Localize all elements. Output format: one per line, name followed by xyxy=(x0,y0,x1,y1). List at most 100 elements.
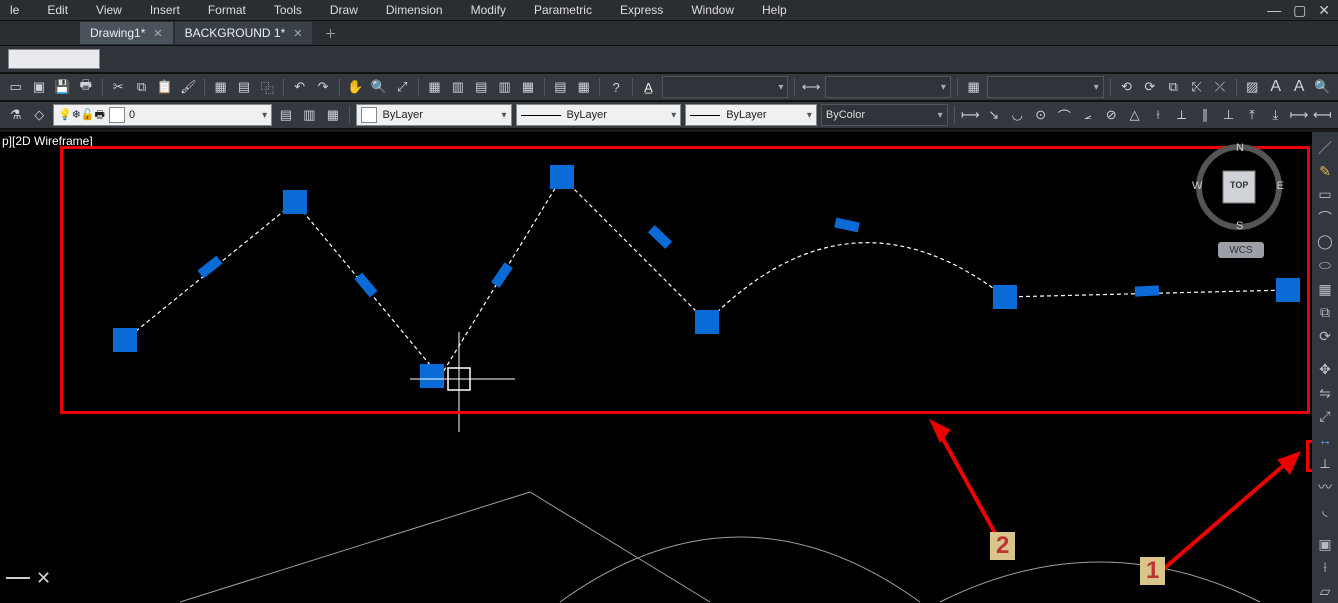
quick-input[interactable] xyxy=(8,49,100,69)
window-controls[interactable]: — ▢ ✕ xyxy=(1267,2,1334,19)
ellipse-icon[interactable]: ⬭ xyxy=(1314,255,1336,277)
extend-icon[interactable]: ⤫ xyxy=(1210,77,1229,97)
text-icon[interactable]: A̲ xyxy=(639,77,658,97)
pan-icon[interactable]: ✋ xyxy=(346,77,365,97)
tab-background1[interactable]: BACKGROUND 1*✕ xyxy=(175,22,313,44)
rect-icon[interactable]: ▭ xyxy=(1314,184,1336,206)
dim1-icon[interactable]: ⟼ xyxy=(961,105,980,125)
dim10-icon[interactable]: ⟂ xyxy=(1172,105,1191,125)
dim4-icon[interactable]: ⊙ xyxy=(1031,105,1050,125)
open-icon[interactable]: ▣ xyxy=(29,77,48,97)
circle-icon[interactable]: ◯ xyxy=(1314,231,1336,253)
table-icon[interactable]: ▦ xyxy=(964,77,983,97)
layers3-icon[interactable]: ▦ xyxy=(323,105,342,125)
join-icon[interactable]: ⟂ xyxy=(1314,453,1336,475)
rotate-icon[interactable]: ⟳ xyxy=(1140,77,1159,97)
spline-icon[interactable]: 〰 xyxy=(1314,476,1336,498)
menu-draw[interactable]: Draw xyxy=(330,3,358,17)
dim9-icon[interactable]: ⟊ xyxy=(1148,105,1167,125)
tablestyle-dropdown[interactable] xyxy=(987,76,1104,98)
dim3-icon[interactable]: ◡ xyxy=(1008,105,1027,125)
print-icon[interactable]: 🖶 xyxy=(76,77,95,97)
tab-add[interactable]: ＋ xyxy=(314,22,346,44)
copy-icon[interactable]: ⧉ xyxy=(132,77,151,97)
menu-parametric[interactable]: Parametric xyxy=(534,3,592,17)
dim16-icon[interactable]: ⟻ xyxy=(1313,105,1332,125)
dim12-icon[interactable]: ⊥ xyxy=(1219,105,1238,125)
hatch2-icon[interactable]: ▦ xyxy=(1314,278,1336,300)
pencil-icon[interactable]: ✎ xyxy=(1314,161,1336,183)
refresh-icon[interactable]: ⟳ xyxy=(1314,325,1336,347)
dim2-icon[interactable]: ↘ xyxy=(984,105,1003,125)
bycolor-dropdown[interactable]: ByColor xyxy=(821,104,948,126)
dimstyle-dropdown[interactable] xyxy=(825,76,951,98)
search-icon[interactable]: 🔍 xyxy=(1313,77,1332,97)
dim15-icon[interactable]: ⟼ xyxy=(1289,105,1308,125)
dim7-icon[interactable]: ⊘ xyxy=(1101,105,1120,125)
tab-drawing1[interactable]: Drawing1*✕ xyxy=(80,22,173,44)
layer-dropdown[interactable]: 💡❄🔓🖶 0 xyxy=(53,104,272,126)
move-icon[interactable]: ✥ xyxy=(1314,359,1336,381)
dim11-icon[interactable]: ∥ xyxy=(1195,105,1214,125)
menu-express[interactable]: Express xyxy=(620,3,663,17)
dim8-icon[interactable]: △ xyxy=(1125,105,1144,125)
layout1-icon[interactable]: ▤ xyxy=(472,77,491,97)
textstyle-dropdown[interactable] xyxy=(662,76,788,98)
dim13-icon[interactable]: ⤒ xyxy=(1242,105,1261,125)
erase-icon[interactable]: ▤ xyxy=(234,77,253,97)
drawing-canvas[interactable]: p][2D Wireframe] ✕ xyxy=(0,132,1312,603)
layout3-icon[interactable]: ▦ xyxy=(518,77,537,97)
bigA2-icon[interactable]: A xyxy=(1289,77,1308,97)
linetype-dropdown[interactable]: ByLayer xyxy=(516,104,682,126)
dim6-icon[interactable]: ⦟ xyxy=(1078,105,1097,125)
new-icon[interactable]: ▭ xyxy=(6,77,25,97)
wcs-badge[interactable]: WCS xyxy=(1218,242,1264,258)
layers1-icon[interactable]: ▤ xyxy=(276,105,295,125)
mirror2-icon[interactable]: ⇋ xyxy=(1314,382,1336,404)
fillet-icon[interactable]: ◟ xyxy=(1314,500,1336,522)
line-icon[interactable]: ／ xyxy=(1314,137,1336,159)
save-icon[interactable]: 💾 xyxy=(53,77,72,97)
close-icon[interactable]: ✕ xyxy=(293,27,302,40)
cut-icon[interactable]: ✂ xyxy=(108,77,127,97)
menu-dimension[interactable]: Dimension xyxy=(386,3,443,17)
dim-icon[interactable]: ⟷ xyxy=(801,77,820,97)
layout4-icon[interactable]: ▤ xyxy=(551,77,570,97)
break-icon[interactable]: ↔ xyxy=(1314,429,1336,451)
menu-insert[interactable]: Insert xyxy=(150,3,180,17)
close-icon[interactable]: ✕ xyxy=(153,27,162,40)
layers2-icon[interactable]: ▥ xyxy=(300,105,319,125)
undo-icon[interactable]: ↶ xyxy=(290,77,309,97)
help-icon[interactable]: ? xyxy=(606,77,625,97)
measure-icon[interactable]: ⟊ xyxy=(1314,557,1336,579)
region-icon[interactable]: ▱ xyxy=(1314,580,1336,602)
copyobj-icon[interactable]: ⿻ xyxy=(258,77,277,97)
menu-edit[interactable]: Edit xyxy=(47,3,68,17)
menu-window[interactable]: Window xyxy=(691,3,734,17)
redo-icon[interactable]: ↷ xyxy=(313,77,332,97)
paste-icon[interactable]: 📋 xyxy=(155,77,174,97)
color-dropdown[interactable]: ByLayer xyxy=(356,104,512,126)
dim14-icon[interactable]: ⤓ xyxy=(1266,105,1285,125)
trim-icon[interactable]: ⤪ xyxy=(1187,77,1206,97)
mirror-icon[interactable]: ⟲ xyxy=(1117,77,1136,97)
menu-modify[interactable]: Modify xyxy=(471,3,506,17)
select-icon[interactable]: ▦ xyxy=(211,77,230,97)
grid2-icon[interactable]: ▥ xyxy=(448,77,467,97)
hatch-icon[interactable]: ▨ xyxy=(1243,77,1262,97)
zoomext-icon[interactable]: ⤢ xyxy=(393,77,412,97)
matchprop-icon[interactable]: 🖌 xyxy=(179,77,198,97)
lineweight-dropdown[interactable]: ByLayer xyxy=(685,104,817,126)
copy2-icon[interactable]: ⧉ xyxy=(1314,302,1336,324)
stretch-icon[interactable]: ⤢ xyxy=(1314,406,1336,428)
dim5-icon[interactable]: ⌒ xyxy=(1054,105,1073,125)
props-icon[interactable]: ▦ xyxy=(574,77,593,97)
arc-icon[interactable]: ⌒ xyxy=(1314,208,1336,230)
menu-help[interactable]: Help xyxy=(762,3,787,17)
block-icon[interactable]: ▣ xyxy=(1314,533,1336,555)
view-cube[interactable]: TOP N S E W xyxy=(1196,144,1282,230)
zoom-icon[interactable]: 🔍 xyxy=(369,77,388,97)
menu-file[interactable]: le xyxy=(10,3,19,17)
menu-format[interactable]: Format xyxy=(208,3,246,17)
bigA-icon[interactable]: A xyxy=(1266,77,1285,97)
